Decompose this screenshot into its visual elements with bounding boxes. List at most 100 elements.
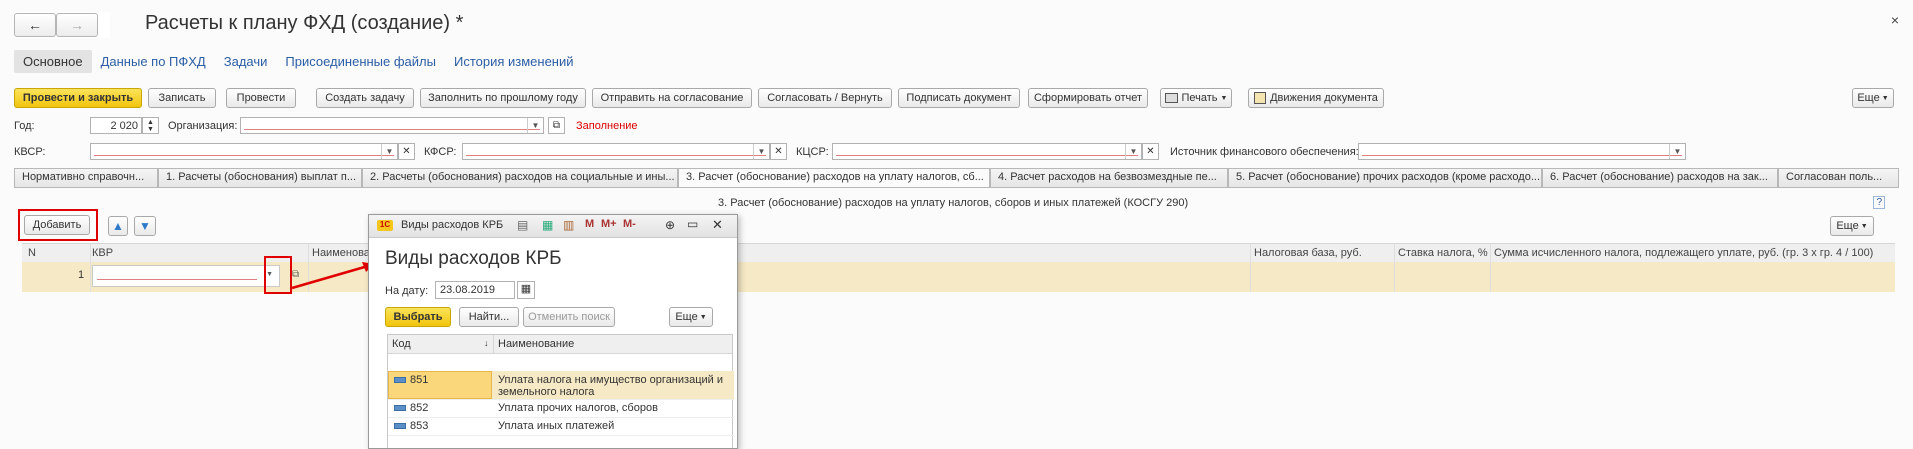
send-approval-button[interactable]: Отправить на согласование (592, 88, 752, 108)
doc-tab-5[interactable]: 5. Расчет (обоснование) прочих расходов … (1228, 168, 1542, 187)
cancel-search-button[interactable]: Отменить поиск (523, 307, 615, 327)
find-button[interactable]: Найти... (459, 307, 519, 327)
close-icon[interactable]: × (1891, 12, 1899, 28)
kvr-input[interactable]: ▼ (92, 265, 280, 287)
source-field[interactable]: ▼ (1358, 143, 1686, 160)
fill-prev-year-button[interactable]: Заполнить по прошлому году (420, 88, 586, 108)
move-up-icon[interactable]: ▲ (108, 216, 128, 236)
col-code: Код (392, 338, 411, 350)
close-icon[interactable]: ✕ (712, 217, 723, 233)
document-icon[interactable]: ▤ (517, 218, 528, 232)
kcsr-field[interactable]: ▼ (832, 143, 1142, 160)
doc-tab-4[interactable]: 4. Расчет расходов на безвозмездные пе..… (990, 168, 1228, 187)
doc-tab-7[interactable]: Согласован поль... (1778, 168, 1899, 187)
post-button[interactable]: Провести (226, 88, 296, 108)
open-icon[interactable]: ⧉ (548, 117, 565, 134)
col-sep (1250, 243, 1251, 292)
print-label: Печать (1181, 92, 1218, 104)
printer-icon (1164, 93, 1178, 103)
kfsr-field[interactable]: ▼ (462, 143, 770, 160)
chevron-down-icon[interactable]: ▼ (1669, 144, 1685, 159)
help-icon[interactable]: ? (1873, 196, 1885, 209)
minimize-icon[interactable]: ▭ (687, 217, 698, 231)
list-item-icon (394, 423, 406, 429)
col-n: N (28, 247, 36, 259)
more-button[interactable]: Еще ▼ (1852, 88, 1894, 108)
list-item-icon (394, 377, 406, 383)
memory-m-icon[interactable]: M (585, 218, 594, 230)
scrollbar[interactable] (1899, 0, 1913, 447)
select-button[interactable]: Выбрать (385, 307, 451, 327)
sign-document-button[interactable]: Подписать документ (898, 88, 1020, 108)
col-sep (1490, 243, 1491, 292)
forward-button[interactable]: → (56, 13, 98, 37)
calendar-icon[interactable]: ▦ (517, 281, 535, 299)
kvsr-field[interactable]: ▼ (90, 143, 398, 160)
item-code: 853 (410, 420, 429, 432)
fill-link[interactable]: Заполнение (576, 120, 638, 132)
clear-icon[interactable]: ✕ (398, 143, 415, 160)
doc-tab-6[interactable]: 6. Расчет (обоснование) расходов на зак.… (1542, 168, 1778, 187)
back-button[interactable]: ← (14, 13, 56, 37)
organization-field[interactable]: ▼ (240, 117, 544, 134)
arrow-left-icon: ← (28, 17, 42, 33)
write-button[interactable]: Записать (148, 88, 216, 108)
approve-return-button[interactable]: Согласовать / Вернуть (758, 88, 892, 108)
doc-tab-1[interactable]: 1. Расчеты (обоснования) выплат п... (158, 168, 362, 187)
print-button[interactable]: Печать ▼ (1160, 88, 1232, 108)
item-code: 851 (410, 374, 429, 386)
move-down-icon[interactable]: ▼ (134, 216, 156, 236)
date-value: 23.08.2019 (440, 284, 496, 296)
calendar-icon[interactable]: ▥ (563, 218, 574, 232)
item-name: Уплата прочих налогов, сборов (498, 402, 658, 414)
movements-label: Движения документа (1270, 92, 1378, 104)
spreadsheet-icon[interactable]: ▦ (542, 218, 553, 232)
dialog-more-button[interactable]: Еще ▼ (669, 307, 713, 327)
col-sep (90, 243, 91, 292)
chevron-down-icon[interactable]: ▼ (1125, 144, 1141, 159)
doc-tab-2[interactable]: 2. Расчеты (обоснования) расходов на соц… (362, 168, 678, 187)
memory-minus-icon[interactable]: M- (623, 218, 636, 230)
col-sep (1394, 243, 1395, 292)
zoom-icon[interactable]: ⊕ (665, 218, 675, 232)
kvr-selection-dialog: 1С Виды расходов КРБ ▤ ▦ ▥ M M+ M- ⊕ ▭ ✕… (368, 214, 738, 449)
doc-tab-3[interactable]: 3. Расчет (обоснование) расходов на упла… (678, 168, 990, 187)
memory-plus-icon[interactable]: M+ (601, 218, 617, 230)
clear-icon[interactable]: ✕ (770, 143, 787, 160)
kvsr-label: КВСР: (14, 146, 46, 158)
chevron-down-icon: ▼ (699, 313, 707, 321)
document-movements-button[interactable]: Движения документа (1248, 88, 1384, 108)
list-item[interactable]: 853 Уплата иных платежей (388, 417, 734, 436)
arrow-right-icon: → (70, 17, 84, 33)
list-item[interactable]: 852 Уплата прочих налогов, сборов (388, 399, 734, 418)
page-title: Расчеты к плану ФХД (создание) * (145, 12, 464, 34)
generate-report-button[interactable]: Сформировать отчет (1028, 88, 1148, 108)
year-field[interactable]: 2 020 (90, 117, 142, 134)
kfsr-label: КФСР: (424, 146, 457, 158)
post-and-close-button[interactable]: Провести и закрыть (14, 88, 142, 108)
create-task-button[interactable]: Создать задачу (316, 88, 414, 108)
sort-arrow-icon[interactable]: ↓ (484, 338, 489, 348)
list-item-icon (394, 405, 406, 411)
tab-attached-files[interactable]: Присоединенные файлы (276, 50, 445, 73)
document-tabs: Нормативно справочн... 1. Расчеты (обосн… (14, 168, 1899, 187)
codes-table-header: Код ↓ Наименование (388, 335, 732, 354)
tab-main[interactable]: Основное (14, 50, 92, 73)
chevron-down-icon[interactable]: ▼ (753, 144, 769, 159)
row-number: 1 (78, 269, 85, 281)
chevron-down-icon: ▼ (1860, 222, 1868, 230)
chevron-down-icon[interactable]: ▼ (381, 144, 397, 159)
year-spinner[interactable]: ▲ ▼ (142, 117, 159, 134)
clear-icon[interactable]: ✕ (1142, 143, 1159, 160)
doc-tab-0[interactable]: Нормативно справочн... (14, 168, 158, 187)
list-item[interactable]: 851 Уплата налога на имущество организац… (388, 371, 734, 400)
more-label: Еще (1836, 220, 1859, 232)
section-more-button[interactable]: Еще ▼ (1830, 216, 1874, 236)
tab-pfhd-data[interactable]: Данные по ПФХД (92, 50, 215, 73)
tab-history[interactable]: История изменений (445, 50, 583, 73)
year-label: Год: (14, 120, 35, 132)
pointer-arrow (291, 262, 374, 290)
date-input[interactable]: 23.08.2019 (435, 281, 515, 299)
chevron-down-icon[interactable]: ▼ (527, 118, 543, 133)
tab-tasks[interactable]: Задачи (215, 50, 277, 73)
